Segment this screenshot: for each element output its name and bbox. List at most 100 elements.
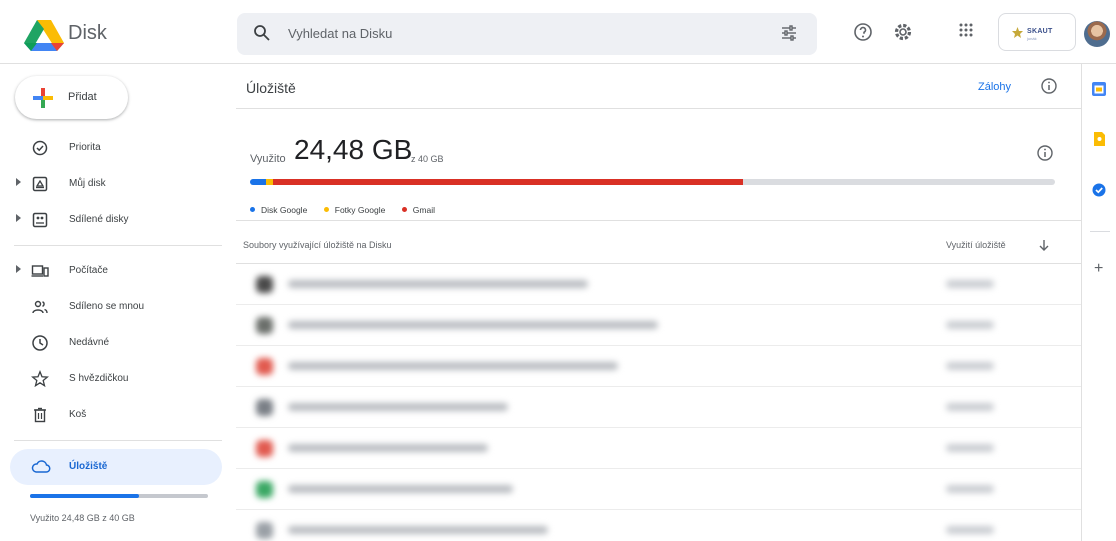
usage-segment xyxy=(273,179,743,185)
side-panel: + xyxy=(1081,64,1116,541)
info-icon[interactable] xyxy=(1036,144,1054,162)
legend-item-drive: Disk Google xyxy=(250,205,307,215)
nav-item-trash[interactable]: Koš xyxy=(0,397,236,433)
drive-icon xyxy=(32,176,48,192)
usage-amount: 24,48 GB xyxy=(294,134,413,165)
cloud-icon xyxy=(31,460,51,473)
file-name-redacted xyxy=(288,444,488,452)
usage-prefix: Využito xyxy=(250,153,286,165)
file-row[interactable] xyxy=(236,510,1081,541)
divider xyxy=(236,108,1081,109)
file-name-redacted xyxy=(288,403,508,411)
search-bar[interactable]: Vyhledat na Disku xyxy=(237,13,817,55)
expand-arrow-icon[interactable] xyxy=(16,178,21,186)
help-icon[interactable] xyxy=(853,22,873,42)
nav-item-label: Úložiště xyxy=(69,461,108,472)
trash-icon xyxy=(34,407,46,423)
plus-multicolor-icon xyxy=(33,88,53,108)
divider xyxy=(236,220,1081,221)
apps-grid-icon[interactable] xyxy=(958,22,974,38)
file-row[interactable] xyxy=(236,469,1081,510)
expand-arrow-icon[interactable] xyxy=(16,214,21,222)
file-type-icon xyxy=(256,399,273,416)
sidebar: Přidat Priorita Můj disk Sdílené disky P… xyxy=(0,64,236,541)
usage-total: z 40 GB xyxy=(411,154,444,164)
organization-subtitle: junák xyxy=(1027,36,1037,41)
search-icon[interactable] xyxy=(253,24,271,42)
shared-drives-icon xyxy=(32,212,48,228)
nav-item-my-drive[interactable]: Můj disk xyxy=(0,166,236,202)
main-content: Úložiště Zálohy Využito 24,48 GB z 40 GB… xyxy=(236,64,1081,541)
check-circle-icon xyxy=(32,140,48,156)
nav-item-shared-with-me[interactable]: Sdíleno se mnou xyxy=(0,289,236,325)
legend-dot xyxy=(250,207,255,212)
file-row[interactable] xyxy=(236,428,1081,469)
usage-segment xyxy=(250,179,267,185)
file-name-redacted xyxy=(288,526,548,534)
expand-arrow-icon[interactable] xyxy=(16,265,21,273)
file-type-icon xyxy=(256,276,273,293)
sort-descending-icon[interactable] xyxy=(1038,238,1050,252)
legend-item-gmail: Gmail xyxy=(401,205,435,215)
info-icon[interactable] xyxy=(1040,77,1058,95)
scout-lily-icon xyxy=(1012,27,1023,38)
backups-link[interactable]: Zálohy xyxy=(978,81,1011,93)
file-size-redacted xyxy=(946,526,994,534)
account-avatar[interactable] xyxy=(1084,21,1110,47)
organization-badge[interactable]: SKAUT junák xyxy=(998,13,1076,51)
file-type-icon xyxy=(256,358,273,375)
file-row[interactable] xyxy=(236,305,1081,346)
file-name-redacted xyxy=(288,321,658,329)
file-name-redacted xyxy=(288,280,588,288)
search-input[interactable]: Vyhledat na Disku xyxy=(288,26,392,41)
usage-segment xyxy=(266,179,274,185)
new-button[interactable]: Přidat xyxy=(15,76,128,119)
nav-item-shared-drives[interactable]: Sdílené disky xyxy=(0,202,236,238)
tasks-icon[interactable] xyxy=(1091,182,1107,198)
google-drive-logo-icon[interactable] xyxy=(24,18,64,54)
add-addon-icon[interactable]: + xyxy=(1094,260,1103,278)
file-row[interactable] xyxy=(236,387,1081,428)
column-header-storage-used[interactable]: Využití úložiště xyxy=(946,240,1006,250)
file-size-redacted xyxy=(946,280,994,288)
file-type-icon xyxy=(256,317,273,334)
organization-name: SKAUT xyxy=(1027,28,1053,35)
legend-dot xyxy=(323,207,329,212)
settings-icon[interactable] xyxy=(893,22,913,42)
nav-item-label: Můj disk xyxy=(69,178,106,189)
computer-icon xyxy=(31,265,49,277)
keep-icon[interactable] xyxy=(1091,131,1107,147)
app-name: Disk xyxy=(68,22,107,44)
file-row[interactable] xyxy=(236,264,1081,305)
nav-item-starred[interactable]: S hvězdičkou xyxy=(0,361,236,397)
legend-label: Gmail xyxy=(412,205,435,215)
column-header-files: Soubory využívající úložiště na Disku xyxy=(243,240,392,250)
nav-item-computers[interactable]: Počítače xyxy=(0,253,236,289)
file-name-redacted xyxy=(288,362,618,370)
page-title: Úložiště xyxy=(246,80,296,96)
file-size-redacted xyxy=(946,321,994,329)
star-icon xyxy=(31,370,49,388)
divider xyxy=(14,245,222,246)
divider xyxy=(1090,231,1110,232)
nav-item-storage[interactable]: Úložiště xyxy=(10,449,222,485)
storage-quota-fill xyxy=(30,494,139,498)
nav-item-label: Koš xyxy=(69,409,87,420)
divider xyxy=(14,440,222,441)
file-row[interactable] xyxy=(236,346,1081,387)
nav-item-recent[interactable]: Nedávné xyxy=(0,325,236,361)
legend-label: Disk Google xyxy=(261,205,308,215)
file-name-redacted xyxy=(288,485,513,493)
legend-dot xyxy=(401,207,407,212)
nav-item-label: Priorita xyxy=(69,142,101,153)
search-options-icon[interactable] xyxy=(781,25,797,41)
nav-item-priority[interactable]: Priorita xyxy=(0,130,236,166)
nav-item-label: Počítače xyxy=(69,265,108,276)
file-size-redacted xyxy=(946,485,994,493)
nav-item-label: S hvězdičkou xyxy=(69,373,129,384)
file-type-icon xyxy=(256,522,273,539)
legend-label: Fotky Google xyxy=(334,205,386,215)
storage-quota-bar xyxy=(30,494,208,498)
people-icon xyxy=(32,300,48,314)
calendar-icon[interactable] xyxy=(1091,81,1107,97)
